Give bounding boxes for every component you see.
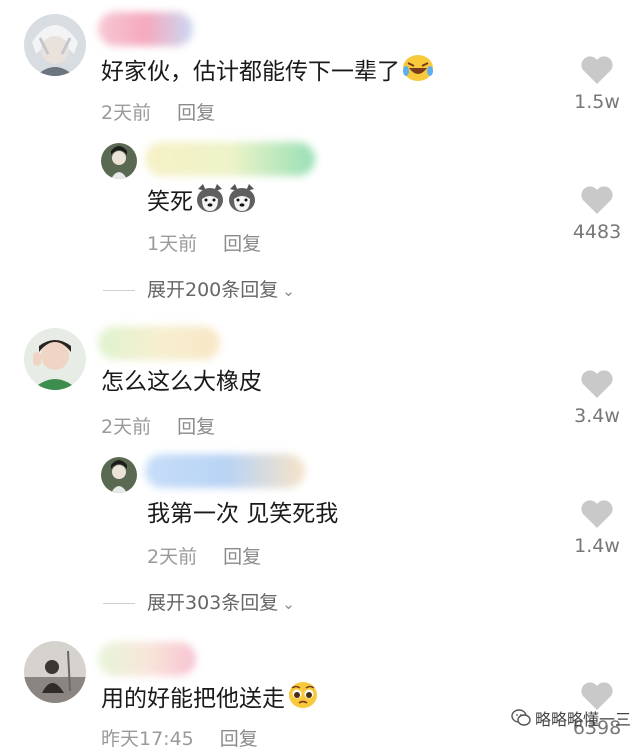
like-button[interactable]: 3.4w xyxy=(567,369,627,427)
reply-button[interactable]: 回复 xyxy=(223,546,261,568)
username-obscured[interactable] xyxy=(98,642,196,676)
like-count: 4483 xyxy=(572,221,622,243)
chevron-down-icon: ⌄ xyxy=(282,595,295,613)
comment-text-content: 怎么这么大橡皮 xyxy=(101,369,262,395)
comment-time: 2天前 xyxy=(101,416,152,438)
like-count: 1.4w xyxy=(574,535,620,557)
reply-time: 2天前 xyxy=(147,546,198,568)
reply-text-content: 我第一次 见笑死我 xyxy=(147,501,339,527)
divider xyxy=(103,290,135,291)
username-obscured[interactable] xyxy=(145,142,315,176)
like-count: 3.4w xyxy=(574,405,620,427)
expand-replies-label: 展开200条回复 xyxy=(147,279,279,301)
avatar[interactable] xyxy=(24,328,86,390)
husky-emoji-icon xyxy=(227,183,257,222)
avatar[interactable] xyxy=(101,457,137,493)
comment-text: 用的好能把他送走 xyxy=(101,680,319,719)
heart-icon[interactable] xyxy=(580,369,614,399)
comment-meta: 2天前 回复 xyxy=(101,98,215,125)
reply-text-content: 笑死 xyxy=(147,189,193,215)
reply-button[interactable]: 回复 xyxy=(223,233,261,255)
rofl-emoji-icon xyxy=(402,53,434,92)
comment-time: 昨天17:45 xyxy=(101,728,194,750)
reply-time: 1天前 xyxy=(147,233,198,255)
reply-text: 笑死 xyxy=(147,183,257,222)
comment-meta: 昨天17:45 回复 xyxy=(101,724,258,751)
reply-button[interactable]: 回复 xyxy=(177,102,215,124)
expand-replies-label: 展开303条回复 xyxy=(147,592,279,614)
reply-meta: 2天前 回复 xyxy=(147,542,261,569)
expand-replies-button[interactable]: 展开303条回复 ⌄ xyxy=(103,588,295,615)
comment-item: 用的好能把他送走 昨天17:45 回复 6398 xyxy=(0,0,641,750)
reply-button[interactable]: 回复 xyxy=(177,416,215,438)
heart-icon[interactable] xyxy=(580,55,614,85)
reply-meta: 1天前 回复 xyxy=(147,229,261,256)
username-obscured[interactable] xyxy=(98,12,193,46)
comment-text: 好家伙，估计都能传下一辈了 xyxy=(101,53,434,92)
comment-text-content: 用的好能把他送走 xyxy=(101,686,285,712)
comment-text-content: 好家伙，估计都能传下一辈了 xyxy=(101,59,400,85)
comment-text: 怎么这么大橡皮 xyxy=(101,366,262,398)
heart-icon[interactable] xyxy=(580,185,614,215)
avatar[interactable] xyxy=(101,143,137,179)
expand-replies-button[interactable]: 展开200条回复 ⌄ xyxy=(103,275,295,302)
like-button[interactable]: 4483 xyxy=(567,185,627,243)
comment-meta: 2天前 回复 xyxy=(101,412,215,439)
avatar[interactable] xyxy=(24,14,86,76)
username-obscured[interactable] xyxy=(145,454,305,488)
watermark: 略略略懂一三 xyxy=(511,706,631,732)
like-button[interactable]: 1.5w xyxy=(567,55,627,113)
chevron-down-icon: ⌄ xyxy=(282,282,295,300)
heart-icon[interactable] xyxy=(580,499,614,529)
reply-text: 我第一次 见笑死我 xyxy=(147,498,338,530)
husky-emoji-icon xyxy=(195,183,225,222)
pleading-face-emoji-icon xyxy=(287,680,319,719)
divider xyxy=(103,603,135,604)
reply-button[interactable]: 回复 xyxy=(220,728,258,750)
watermark-text: 略略略懂一三 xyxy=(534,709,631,729)
like-button[interactable]: 1.4w xyxy=(567,499,627,557)
avatar[interactable] xyxy=(24,641,86,703)
username-obscured[interactable] xyxy=(98,326,220,360)
like-count: 1.5w xyxy=(574,91,620,113)
comment-item: 好家伙，估计都能传下一辈了 2天前 回复 1.5w 笑死 1天前 回复 4483 展… xyxy=(0,0,641,320)
wechat-icon xyxy=(511,709,531,731)
comment-time: 2天前 xyxy=(101,102,152,124)
